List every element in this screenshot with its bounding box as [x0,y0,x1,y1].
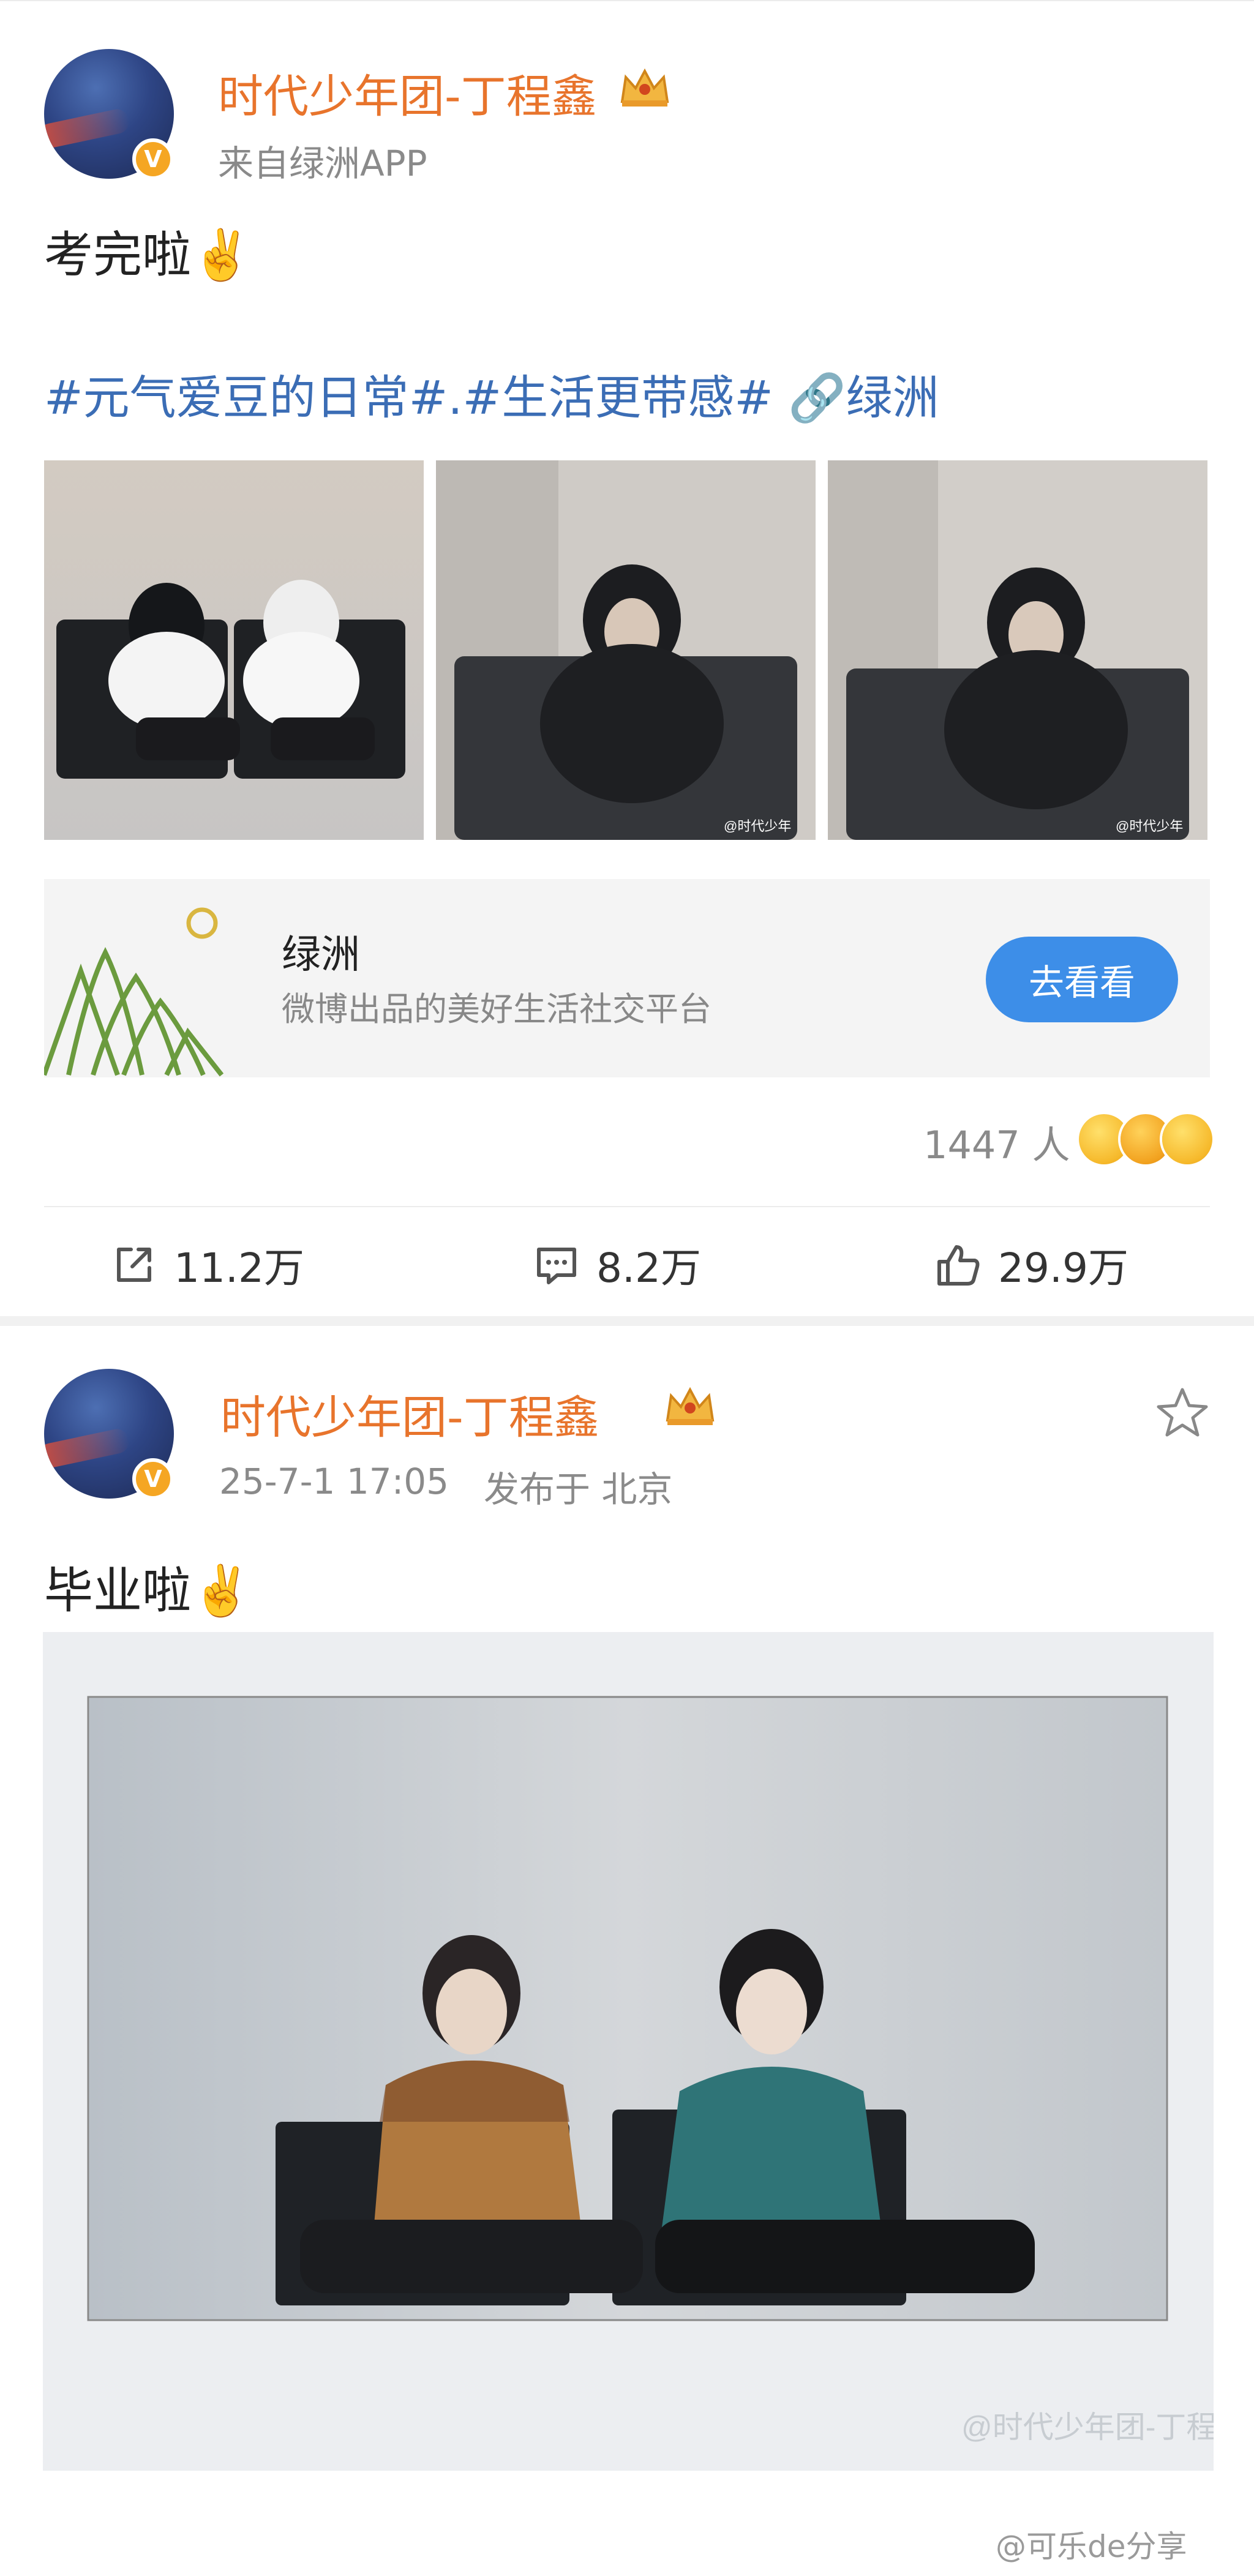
photo-watermark-3: @时代少年 [1116,818,1183,834]
go-see-button[interactable]: 去看看 [986,937,1178,1022]
post2-photo[interactable]: @时代少年团-丁程鑫 [43,1632,1214,2471]
like-count: 29.9万 [998,1245,1128,1292]
card-title: 绿洲 [282,932,360,978]
photo-watermark-2: @时代少年 [724,818,791,834]
post1-photo-1[interactable] [44,460,424,840]
post1-text: 考完啦✌️ [44,227,252,283]
comment-count: 8.2万 [596,1245,701,1292]
post1-source: 来自绿洲APP [218,143,427,184]
oasis-logo-icon [44,879,242,1077]
post-separator [0,1316,1254,1326]
post2-location: 发布于 北京 [484,1469,673,1510]
reaction-count[interactable]: 1447 人 [923,1114,1070,1169]
card-subtitle: 微博出品的美好生活社交平台 [282,990,711,1028]
favorite-star-icon[interactable] [1155,1385,1210,1440]
photo-scene-1 [44,460,424,840]
repost-button[interactable]: 11.2万 [110,1235,304,1294]
photo-scene-3: @时代少年 [828,460,1207,840]
post1-photo-3[interactable]: @时代少年 [828,460,1207,840]
repost-count: 11.2万 [174,1245,304,1292]
post2-text: 毕业啦✌️ [44,1562,252,1619]
comment-icon [537,1248,576,1284]
verified-badge-icon: V [132,138,174,180]
post2-username[interactable]: 时代少年团-丁程鑫 [220,1381,599,1447]
post1-photo-2[interactable]: @时代少年 [436,460,816,840]
post2-photo-watermark: @时代少年团-丁程鑫 [961,2410,1214,2444]
post1-username[interactable]: 时代少年团-丁程鑫 [218,60,597,125]
wow-emoji-icon[interactable] [1162,1114,1212,1164]
crown-badge-icon [666,1387,715,1425]
top-divider [0,0,1254,1]
share-icon [117,1248,151,1282]
post1-topics[interactable]: #元气爱豆的日常#.#生活更带感# 🔗绿洲 [44,360,939,427]
verified-badge-icon: V [132,1458,174,1500]
app-card[interactable]: 绿洲 微博出品的美好生活社交平台 去看看 [44,879,1210,1077]
footer-watermark: @可乐de分享 [996,2529,1187,2564]
thumbs-up-icon [937,1245,980,1286]
polaroid-scene: @时代少年团-丁程鑫 [43,1632,1214,2471]
photo-scene-2: @时代少年 [436,460,816,840]
comment-button[interactable]: 8.2万 [533,1235,701,1294]
crown-badge-icon [620,68,669,107]
like-button[interactable]: 29.9万 [934,1235,1128,1294]
actions-divider [44,1206,1210,1207]
post2-timestamp: 25-7-1 17:05 [219,1461,449,1502]
